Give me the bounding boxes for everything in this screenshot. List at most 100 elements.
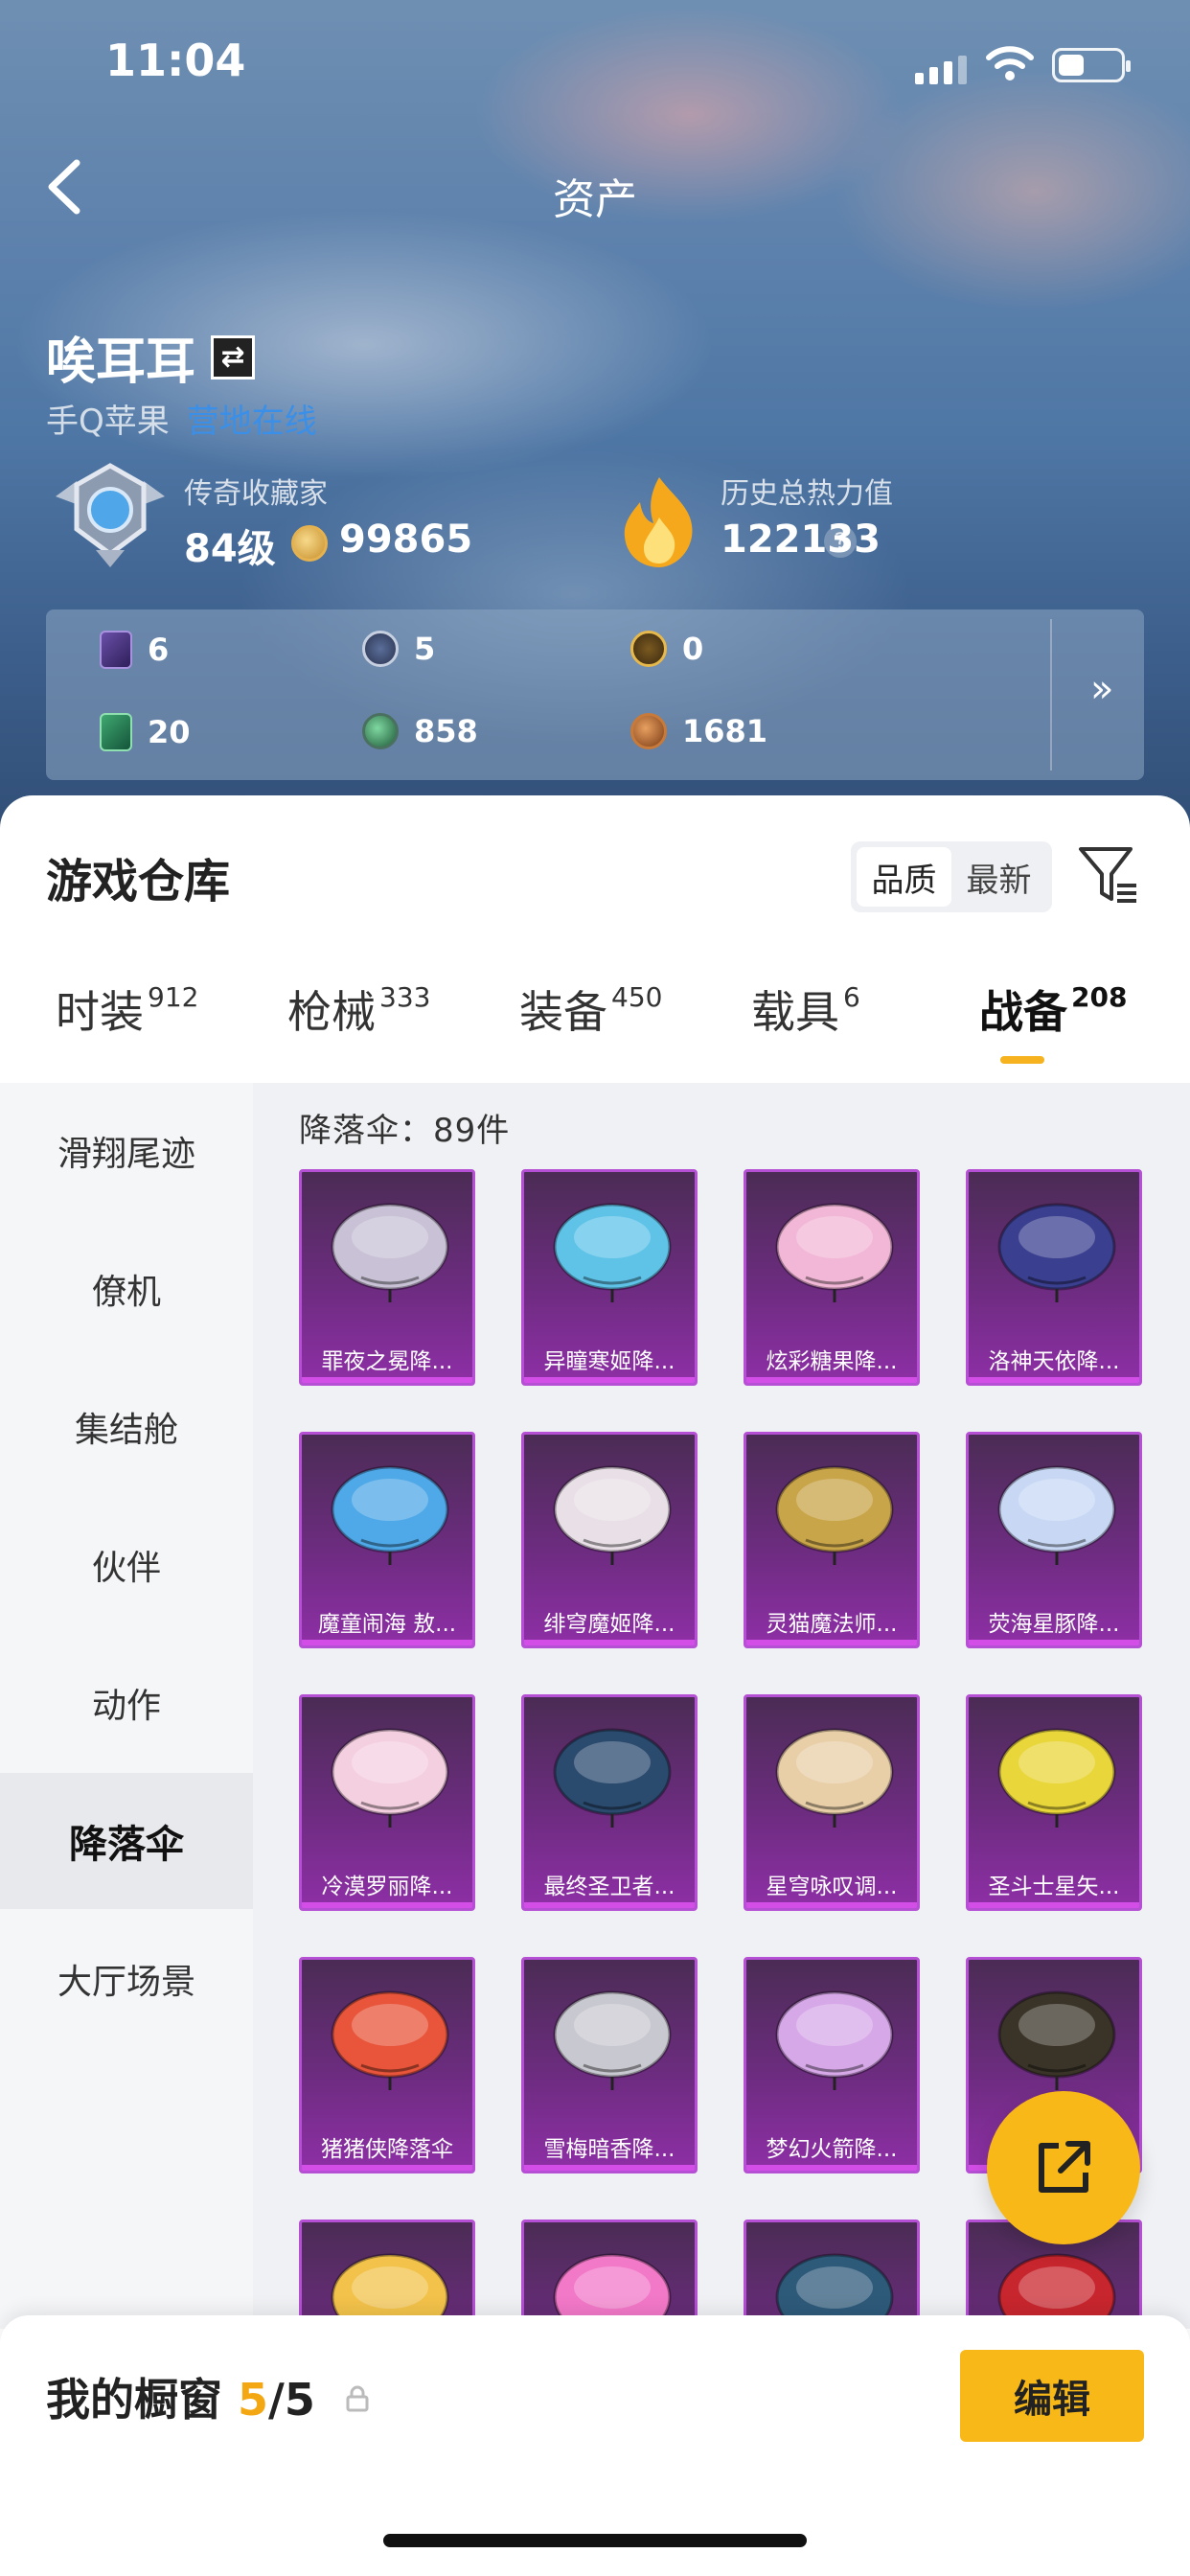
sort-newest-button[interactable]: 最新 bbox=[951, 847, 1046, 907]
page-title: 资产 bbox=[553, 175, 637, 224]
edit-button[interactable]: 编辑 bbox=[960, 2350, 1144, 2442]
tab-equipment[interactable]: 装备 450 bbox=[519, 978, 662, 1041]
warehouse-panel: 游戏仓库 品质 最新 时装 912 枪械 333 装备 450 载具 6 战备 208 滑… bbox=[0, 795, 1190, 2576]
gold-coin-icon bbox=[630, 631, 667, 667]
parachute-icon bbox=[553, 1203, 672, 1302]
parachute-icon bbox=[331, 1203, 449, 1302]
home-indicator bbox=[383, 2534, 807, 2547]
item-name: 荧海星豚降... bbox=[988, 1612, 1120, 1637]
tab-fashion[interactable]: 时装 912 bbox=[56, 978, 198, 1041]
item-name: 星穹咏叹调... bbox=[766, 1874, 898, 1899]
parachute-card[interactable]: 灵猫魔法师... bbox=[744, 1432, 920, 1648]
sidebar-item-wingman[interactable]: 僚机 bbox=[0, 1221, 253, 1357]
item-name: 猪猪侠降落伞 bbox=[321, 2137, 453, 2162]
parachute-card[interactable]: 魔童闹海 敖... bbox=[299, 1432, 475, 1648]
parachute-icon bbox=[331, 1990, 449, 2090]
parachute-icon bbox=[775, 1465, 894, 1565]
parachute-card[interactable]: 梦幻火箭降... bbox=[744, 1957, 920, 2174]
category-tabs: 时装 912 枪械 333 装备 450 载具 6 战备 208 bbox=[0, 978, 1190, 1083]
parachute-card[interactable]: 炫彩糖果降... bbox=[744, 1169, 920, 1386]
parachute-icon bbox=[331, 1465, 449, 1565]
parachute-card[interactable] bbox=[521, 2220, 698, 2329]
filter-icon[interactable] bbox=[1077, 843, 1140, 907]
parachute-card[interactable] bbox=[744, 2220, 920, 2329]
item-name: 最终圣卫者... bbox=[543, 1874, 675, 1899]
parachute-card[interactable]: 猪猪侠降落伞 bbox=[299, 1957, 475, 2174]
sidebar-item-lobby-scene[interactable]: 大厅场景 bbox=[0, 1911, 253, 2047]
parachute-icon bbox=[997, 1990, 1116, 2090]
share-button[interactable] bbox=[987, 2091, 1140, 2244]
stat-item: 0 bbox=[630, 631, 703, 667]
item-count: 降落伞：89件 bbox=[299, 1112, 511, 1150]
tab-tactical[interactable]: 战备 208 bbox=[979, 978, 1127, 1064]
collector-level: 84级 bbox=[184, 527, 276, 571]
parachute-card[interactable]: 异瞳寒姬降... bbox=[521, 1169, 698, 1386]
user-name: 唉耳耳 bbox=[46, 334, 196, 391]
subcategory-sidebar: 滑翔尾迹 僚机 集结舱 伙伴 动作 降落伞 大厅场景 bbox=[0, 1083, 253, 2329]
currency-stats-panel: 6 5 0 20 858 1681 » bbox=[46, 610, 1144, 780]
item-name: 雪梅暗香降... bbox=[543, 2137, 675, 2162]
parachute-card[interactable]: 雪梅暗香降... bbox=[521, 1957, 698, 2174]
item-name: 冷漠罗丽降... bbox=[321, 1874, 453, 1899]
parachute-icon bbox=[997, 1465, 1116, 1565]
tab-weapons[interactable]: 枪械 333 bbox=[287, 978, 430, 1041]
sidebar-item-parachute[interactable]: 降落伞 bbox=[0, 1773, 253, 1909]
user-name-row: 唉耳耳 ⇄ bbox=[46, 321, 256, 393]
help-icon[interactable]: ? bbox=[824, 525, 857, 558]
battery-icon bbox=[1052, 48, 1131, 82]
share-icon bbox=[1039, 2141, 1090, 2193]
switch-account-icon[interactable]: ⇄ bbox=[211, 334, 256, 380]
parachute-icon bbox=[775, 1203, 894, 1302]
parachute-card[interactable]: 圣斗士星矢... bbox=[966, 1694, 1142, 1911]
sidebar-item-rally-pod[interactable]: 集结舱 bbox=[0, 1359, 253, 1495]
stats-more-button[interactable]: » bbox=[1090, 667, 1113, 711]
sidebar-item-glide-trail[interactable]: 滑翔尾迹 bbox=[0, 1083, 253, 1219]
parachute-card[interactable] bbox=[299, 2220, 475, 2329]
item-name: 梦幻火箭降... bbox=[766, 2137, 898, 2162]
bronze-coin-icon bbox=[630, 713, 667, 749]
parachute-icon bbox=[331, 1728, 449, 1828]
parachute-icon bbox=[553, 1990, 672, 2090]
sort-quality-button[interactable]: 品质 bbox=[857, 847, 951, 907]
tab-vehicles[interactable]: 载具 6 bbox=[751, 978, 860, 1041]
stat-item: 858 bbox=[362, 713, 478, 749]
item-name: 炫彩糖果降... bbox=[766, 1349, 898, 1374]
sidebar-item-emote[interactable]: 动作 bbox=[0, 1635, 253, 1771]
tab-indicator bbox=[1000, 1056, 1044, 1064]
showcase-label: 我的橱窗 5/5 bbox=[46, 2374, 315, 2426]
parachute-icon bbox=[775, 1728, 894, 1828]
platform-row: 手Q苹果 营地在线 bbox=[46, 395, 317, 442]
stat-item: 6 bbox=[100, 631, 169, 669]
platform-label: 手Q苹果 bbox=[46, 402, 170, 441]
wifi-icon bbox=[986, 46, 1034, 80]
parachute-card[interactable]: 荧海星豚降... bbox=[966, 1432, 1142, 1648]
collector-badge-icon bbox=[56, 463, 165, 567]
item-name: 灵猫魔法师... bbox=[766, 1612, 898, 1637]
flame-icon bbox=[624, 477, 693, 567]
heat-label: 历史总热力值 bbox=[721, 477, 893, 511]
parachute-icon bbox=[997, 1203, 1116, 1302]
parachute-card[interactable]: 绯穹魔姬降... bbox=[521, 1432, 698, 1648]
item-name: 魔童闹海 敖... bbox=[317, 1612, 457, 1637]
parachute-card[interactable]: 最终圣卫者... bbox=[521, 1694, 698, 1911]
item-name: 异瞳寒姬降... bbox=[543, 1349, 675, 1374]
item-name: 洛神天依降... bbox=[988, 1349, 1120, 1374]
coin-icon bbox=[291, 525, 328, 562]
sort-toggle: 品质 最新 bbox=[851, 841, 1052, 912]
parachute-card[interactable]: 洛神天依降... bbox=[966, 1169, 1142, 1386]
stat-item: 5 bbox=[362, 631, 435, 667]
parachute-icon bbox=[775, 1990, 894, 2090]
signal-icon bbox=[915, 56, 967, 84]
coin-value: 99865 bbox=[339, 518, 473, 562]
status-time: 11:04 bbox=[105, 34, 246, 86]
sidebar-item-companion[interactable]: 伙伴 bbox=[0, 1497, 253, 1633]
parachute-card[interactable]: 星穹咏叹调... bbox=[744, 1694, 920, 1911]
parachute-card[interactable]: 冷漠罗丽降... bbox=[299, 1694, 475, 1911]
parachute-icon bbox=[553, 1465, 672, 1565]
item-name: 罪夜之冕降... bbox=[321, 1349, 453, 1374]
stat-item: 20 bbox=[100, 713, 191, 751]
parachute-card[interactable]: 罪夜之冕降... bbox=[299, 1169, 475, 1386]
purple-card-icon bbox=[100, 631, 132, 669]
parachute-icon bbox=[553, 1728, 672, 1828]
warehouse-title: 游戏仓库 bbox=[46, 855, 231, 908]
